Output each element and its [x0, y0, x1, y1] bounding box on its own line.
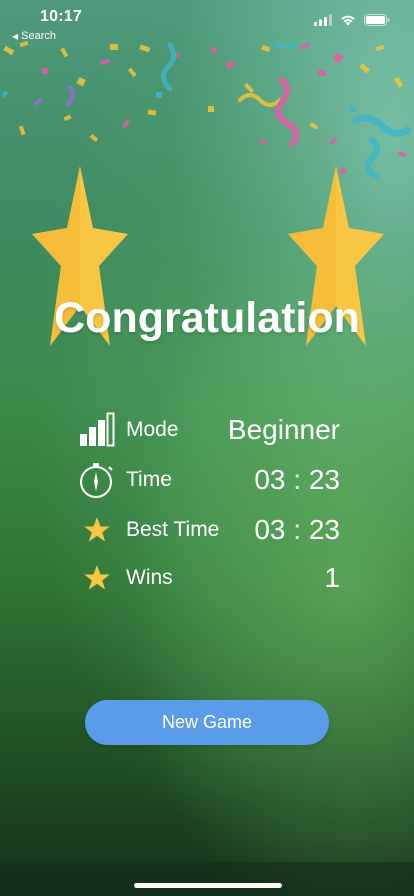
new-game-button[interactable]: New Game — [85, 700, 329, 745]
star-icon — [78, 511, 116, 549]
status-time: 10:17 — [40, 8, 82, 25]
battery-icon — [364, 14, 390, 26]
stat-label-best-time: Best Time — [126, 518, 220, 541]
stat-row-wins: Wins 1 — [78, 558, 340, 598]
home-indicator[interactable] — [134, 883, 282, 888]
star-icon — [78, 559, 116, 597]
stat-value-mode: Beginner — [227, 414, 340, 445]
status-icons — [314, 14, 390, 26]
signal-bars-icon — [78, 411, 116, 449]
stat-value-time: 03 : 23 — [254, 464, 340, 495]
congratulation-screen: 10:17 ◀ Search Congratulation Mode Begin… — [0, 0, 414, 896]
stat-row-mode: Mode Beginner — [78, 410, 340, 450]
wifi-icon — [341, 15, 355, 26]
stat-label-mode: Mode — [126, 418, 179, 441]
stat-value-best-time: 03 : 23 — [254, 514, 340, 545]
cellular-signal-icon — [314, 14, 332, 26]
bottom-bar — [0, 862, 414, 896]
stopwatch-icon — [78, 461, 116, 499]
stat-row-best-time: Best Time 03 : 23 — [78, 510, 340, 550]
stat-row-time: Time 03 : 23 — [78, 460, 340, 500]
stat-value-wins: 1 — [324, 562, 340, 593]
stat-label-time: Time — [126, 468, 172, 491]
page-title: Congratulation — [54, 294, 360, 342]
stat-label-wins: Wins — [126, 566, 173, 589]
